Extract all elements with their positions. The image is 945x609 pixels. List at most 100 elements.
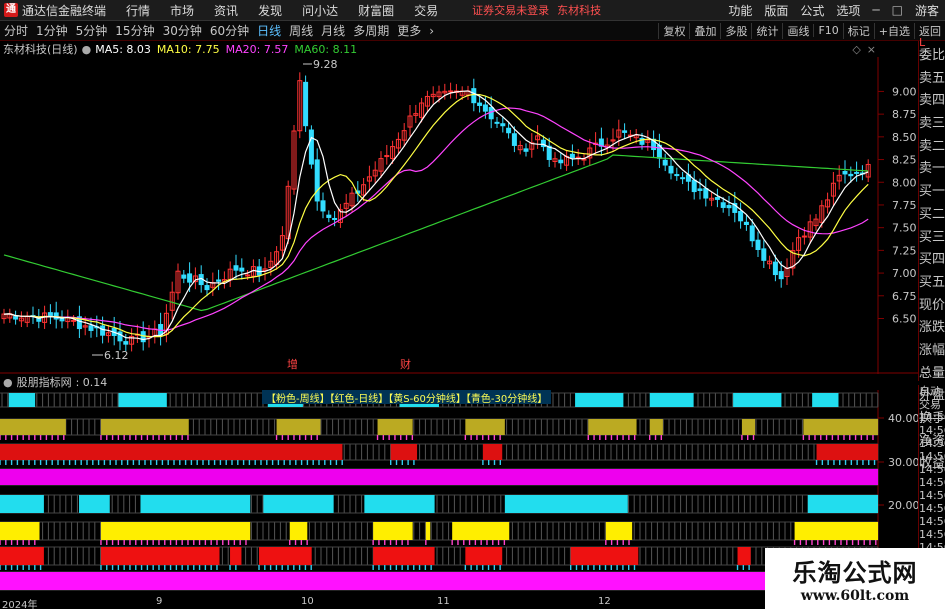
side-panel-item: 卖二	[919, 138, 945, 154]
period-more[interactable]: 更多	[393, 22, 425, 39]
band-segment	[803, 419, 878, 435]
candle-body	[314, 159, 320, 202]
ma10-label: MA10: 7.75	[156, 42, 220, 56]
event-marker-cai: 财	[400, 357, 411, 371]
band-segment	[465, 419, 505, 435]
candle-body	[558, 159, 564, 164]
period-30min[interactable]: 30分钟	[159, 22, 206, 39]
band-segment	[482, 444, 503, 460]
period-15min[interactable]: 15分钟	[111, 22, 158, 39]
period-60min[interactable]: 60分钟	[206, 22, 253, 39]
add-watchlist-button[interactable]: +自选	[873, 22, 914, 39]
band-segment	[794, 522, 878, 540]
candle-body	[303, 81, 309, 127]
user-label[interactable]: 游客	[909, 2, 945, 19]
statistics-button[interactable]: 统计	[751, 22, 782, 39]
overlay-button[interactable]: 叠加	[689, 22, 720, 39]
candle-body	[245, 274, 251, 277]
indicator-value: : 0.14	[75, 375, 108, 389]
menu-market-quotes[interactable]: 行情	[116, 2, 160, 19]
candle-body	[720, 202, 726, 208]
y-tick-label: 9.00	[892, 85, 917, 98]
side-panel-item: 卖四	[919, 93, 945, 109]
high-price-label: 9.28	[313, 58, 338, 71]
band-segment	[100, 419, 189, 435]
menu-formula[interactable]: 公式	[794, 2, 830, 19]
maximize-icon[interactable]: □	[886, 3, 909, 17]
menu-ask[interactable]: 问小达	[292, 2, 348, 19]
trade-panel-item: 交易	[919, 398, 941, 411]
trade-panel-item: 14:56	[919, 450, 945, 463]
menu-layout[interactable]: 版面	[758, 2, 794, 19]
menu-options[interactable]: 选项	[830, 2, 866, 19]
kline-chart[interactable]: 9.00 8.75 8.50 8.25 8.00 7.75 7.50 7.25 7.00 6.75…	[0, 57, 918, 609]
band-segment	[140, 495, 251, 513]
date-label-10: 10	[301, 596, 314, 607]
band-segment	[373, 522, 413, 540]
candle-body	[691, 179, 697, 193]
candle-body	[761, 248, 767, 261]
candle-body	[239, 267, 245, 272]
candle-body	[755, 239, 761, 250]
menu-market[interactable]: 市场	[160, 2, 204, 19]
band-segment	[807, 495, 878, 513]
period-1min[interactable]: 1分钟	[32, 22, 72, 39]
period-monthly[interactable]: 月线	[317, 22, 349, 39]
period-weekly[interactable]: 周线	[285, 22, 317, 39]
band-segment	[377, 419, 413, 435]
settings-circle-icon[interactable]: ●	[82, 43, 92, 56]
y-tick-label: 8.75	[892, 108, 917, 121]
band-segment	[0, 572, 766, 590]
period-tick[interactable]: 分时	[0, 22, 32, 39]
period-multi[interactable]: 多周期	[349, 22, 393, 39]
trade-panel-item: 14:56	[919, 515, 945, 528]
minimize-icon[interactable]: ─	[866, 3, 885, 17]
band-segment	[816, 444, 878, 460]
band-segment	[0, 419, 66, 435]
side-panel-item: 卖五	[919, 70, 945, 86]
trade-panel-item: 自动	[919, 385, 941, 398]
menu-news[interactable]: 资讯	[204, 2, 248, 19]
mark-button[interactable]: 标记	[842, 22, 874, 39]
period-5min[interactable]: 5分钟	[72, 22, 112, 39]
candle-body	[59, 318, 65, 322]
trade-panel-item: 14:56	[919, 424, 945, 437]
ind-tick-label: 30.00	[888, 456, 918, 469]
y-tick-label: 8.25	[892, 154, 917, 167]
menu-wealth[interactable]: 财富圈	[348, 2, 404, 19]
band-segment	[276, 419, 321, 435]
settings-icon[interactable]: ◇	[852, 43, 860, 56]
close-icon[interactable]: ×	[867, 43, 876, 56]
candle-body	[332, 217, 338, 221]
band-segment	[0, 547, 44, 565]
draw-line-button[interactable]: 画线	[782, 22, 813, 39]
candle-body	[500, 123, 506, 127]
event-marker-zeng: 增	[287, 357, 298, 371]
candle-body	[680, 177, 686, 180]
multi-stock-button[interactable]: 多股	[720, 22, 751, 39]
candle-body	[778, 271, 784, 280]
menu-trade[interactable]: 交易	[404, 2, 448, 19]
chart-header: 东材科技(日线) ● MA5: 8.03 MA10: 7.75 MA20: 7.…	[0, 41, 880, 57]
indicator-settings-icon[interactable]: ●	[3, 376, 13, 389]
candle-body	[53, 312, 59, 320]
menu-function[interactable]: 功能	[722, 2, 758, 19]
candle-body	[668, 165, 674, 174]
period-daily[interactable]: 日线	[253, 22, 285, 39]
side-panel-item: 买四	[919, 252, 945, 268]
f10-button[interactable]: F10	[813, 24, 842, 37]
candle-body	[726, 205, 732, 209]
candle-body	[622, 130, 628, 133]
stock-name: 东材科技(日线)	[3, 43, 78, 56]
candle-body	[494, 121, 500, 124]
band-segment	[230, 547, 242, 565]
candle-body	[506, 127, 512, 134]
band-segment	[649, 419, 663, 435]
candle-body	[482, 104, 488, 112]
menu-discover[interactable]: 发现	[248, 2, 292, 19]
candle-body	[523, 148, 529, 152]
chevron-right-icon[interactable]: ›	[425, 24, 438, 38]
adjust-button[interactable]: 复权	[658, 22, 689, 39]
band-segment	[0, 444, 343, 460]
candle-body	[384, 155, 390, 158]
